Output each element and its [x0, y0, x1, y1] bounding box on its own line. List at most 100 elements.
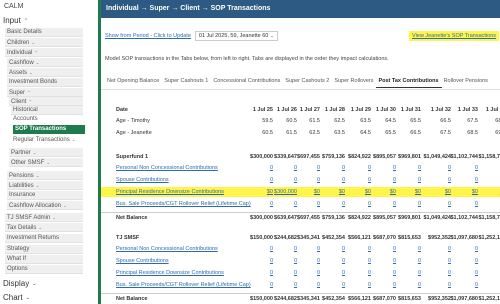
tab-rollover-pensions[interactable]: Rollover Pensions [442, 78, 491, 88]
sidebar-section-chart[interactable]: Chart ⌄ [3, 293, 30, 302]
sidebar-item-sop-transactions[interactable]: SOP Transactions [13, 125, 85, 134]
sidebar-item-options[interactable]: Options [5, 265, 83, 274]
table-cell: $969,801 [398, 154, 421, 160]
sidebar-item-other-smsf[interactable]: Other SMSF ⌄ [9, 158, 83, 167]
table-cell: $815,653 [398, 296, 421, 302]
table-cell[interactable]: 0 [474, 268, 500, 278]
chevron-up-icon: ⌃ [27, 90, 31, 95]
contribution-link[interactable]: Spouse Contributions [116, 256, 169, 266]
table-cell[interactable]: $0 [389, 187, 421, 197]
age-row: Age - Jeanette 60.5 61.5 62.5 63.5 64.5 65.5 66… [101, 128, 500, 138]
net-balance-label: Net Balance [116, 296, 148, 302]
tab-divider [101, 89, 500, 90]
sidebar-item-individual[interactable]: Individual ⌃ [5, 48, 83, 57]
sidebar-section-display[interactable]: Display ⌄ [3, 279, 36, 288]
period-select[interactable]: 01 Jul 2025, 59, Jeanette 60 ⌄ [194, 31, 278, 41]
contribution-link[interactable]: Bus. Sale Proceeds/CGT Rollover Relief (… [116, 280, 251, 290]
sidebar-item-tj-smsf-admin[interactable]: TJ SMSF Admin ⌄ [5, 213, 83, 222]
app-title: CALM [4, 3, 24, 10]
sidebar-item-partner[interactable]: Partner ⌄ [9, 148, 83, 157]
sidebar-item-assets[interactable]: Assets ⌄ [7, 68, 83, 77]
view-jeanette-sop-button[interactable]: View Jeanette's SOP Transactions [409, 31, 500, 41]
chevron-down-icon: ⌄ [35, 173, 40, 178]
sidebar-item-insurance[interactable]: Insurance [7, 191, 83, 200]
table-cell[interactable]: 0 [474, 280, 500, 290]
chevron-down-icon: ⌄ [35, 183, 40, 188]
table-cell: 66.5 [410, 130, 421, 136]
contribution-link[interactable]: Principal Residence Downsize Contributio… [116, 187, 224, 197]
sidebar-item-pensions[interactable]: Pensions ⌄ [7, 171, 83, 180]
period-select-value: 01 Jul 2025, 59, Jeanette 60 [198, 33, 269, 39]
sidebar-item-tax-details[interactable]: Tax Details ⌄ [5, 223, 83, 232]
chevron-down-icon: ⌄ [63, 203, 67, 208]
sidebar: CALM Input ⌃ Basic Details Children ⌄ Ind… [0, 0, 98, 304]
chevron-up-icon: ⌃ [23, 17, 28, 24]
sidebar-item-investment-bonds[interactable]: Investment Bonds [7, 78, 83, 87]
table-header-row: Date 1 Jul 25 1 Jul 26 1 Jul 27 1 Jul 28 1 Ju… [101, 105, 500, 115]
contribution-link[interactable]: Personal Non Concessional Contributions [116, 163, 218, 173]
contribution-link[interactable]: Principal Residence Downsize Contributio… [116, 268, 224, 278]
sidebar-display-label: Display [3, 279, 30, 288]
sidebar-item-children[interactable]: Children ⌄ [5, 38, 83, 47]
table-cell: $1,252,181 [478, 235, 500, 241]
table-cell[interactable]: 0 [474, 244, 500, 254]
table-cell[interactable]: 0 [389, 199, 421, 209]
contribution-link[interactable]: Personal Non Concessional Contributions [116, 244, 218, 254]
description-text: Model SOP transactions in the Tabs below… [105, 56, 389, 62]
table-cell[interactable]: 0 [474, 163, 500, 173]
net-balance-label: Net Balance [116, 215, 148, 221]
table-cell[interactable]: 0 [474, 175, 500, 185]
tab-post-tax-contributions[interactable]: Post Tax Contributions [376, 78, 442, 88]
tab-super-cashouts-2[interactable]: Super Cashouts 2 [283, 78, 332, 88]
sidebar-item-historical[interactable]: Historical [11, 106, 83, 115]
table-cell[interactable]: 0 [389, 280, 421, 290]
sidebar-item-cashflow[interactable]: Cashflow ⌄ [7, 58, 83, 67]
sidebar-item-cashflow-allocation[interactable]: Cashflow Allocation ⌄ [7, 201, 83, 210]
table-cell[interactable]: 0 [389, 163, 421, 173]
contribution-row: Personal Non Concessional Contributions 0… [101, 244, 500, 254]
chevron-down-icon: ⌄ [25, 294, 30, 301]
sidebar-item-what-if[interactable]: What If [5, 255, 83, 264]
chevron-down-icon: ⌄ [270, 33, 274, 38]
sidebar-section-input[interactable]: Input ⌃ [3, 16, 28, 25]
sidebar-item-super[interactable]: Super ⌃ [7, 88, 83, 97]
fund-name: TJ SMSF [116, 235, 140, 241]
sidebar-item-strategy[interactable]: Strategy [5, 245, 83, 254]
sidebar-item-client[interactable]: Client ⌃ [9, 97, 83, 106]
sidebar-item-liabilities[interactable]: Liabilities ⌄ [7, 181, 83, 190]
chevron-down-icon: ⌄ [52, 215, 57, 220]
sidebar-item-accounts[interactable]: Accounts [11, 115, 83, 124]
table-cell[interactable]: 0 [389, 268, 421, 278]
table-cell[interactable]: $0 [474, 187, 500, 197]
sidebar-item-basic-details[interactable]: Basic Details [5, 28, 83, 37]
age-row-label: Age - Jeanette [116, 130, 152, 136]
sidebar-item-regular-transactions[interactable]: Regular Transactions ⌄ [11, 135, 83, 144]
contribution-row: Personal Non Concessional Contributions 0… [101, 163, 500, 173]
contribution-row: Bus. Sale Proceeds/CGT Rollover Relief (… [101, 280, 500, 290]
table-cell[interactable]: 0 [474, 256, 500, 266]
contribution-row: Bus. Sale Proceeds/CGT Rollover Relief (… [101, 199, 500, 209]
table-cell[interactable]: 0 [389, 244, 421, 254]
chevron-down-icon: ⌄ [32, 150, 37, 155]
fund-header-row: TJ SMSF $150,000 $244,682 $345,341 $452,354 $… [101, 233, 500, 243]
contribution-link[interactable]: Bus. Sale Proceeds/CGT Rollover Relief (… [116, 199, 251, 209]
page-title: Individual → Super → Client → SOP Transa… [101, 0, 500, 18]
show-from-period-link[interactable]: Show from Period - Click to Update [105, 33, 191, 39]
table-cell[interactable]: 0 [389, 175, 421, 185]
chevron-down-icon: ⌄ [46, 160, 51, 165]
contribution-row: Spouse Contributions0000000000 [101, 175, 500, 185]
sidebar-item-investment-returns[interactable]: Investment Returns [5, 234, 83, 243]
table-cell[interactable]: 0 [389, 256, 421, 266]
tab-concessional-contributions[interactable]: Concessional Contributions [211, 78, 283, 88]
sidebar-input-label: Input [3, 16, 21, 25]
tab-super-rollovers[interactable]: Super Rollovers [332, 78, 376, 88]
tab-net-opening-balance[interactable]: Net Opening Balance [105, 78, 162, 88]
chevron-down-icon: ⌄ [31, 40, 36, 45]
table-cell[interactable]: 0 [474, 199, 500, 209]
contribution-link[interactable]: Spouse Contributions [116, 175, 169, 185]
fund-name: Superfund 1 [116, 154, 149, 160]
main-panel: Individual → Super → Client → SOP Transa… [101, 0, 500, 304]
net-balance-row: Net Balance $150,000 $244,682 $345,341 $452,… [101, 293, 500, 303]
tab-super-cashouts-1[interactable]: Super Cashouts 1 [162, 78, 211, 88]
table-cell: $815,653 [398, 235, 421, 241]
